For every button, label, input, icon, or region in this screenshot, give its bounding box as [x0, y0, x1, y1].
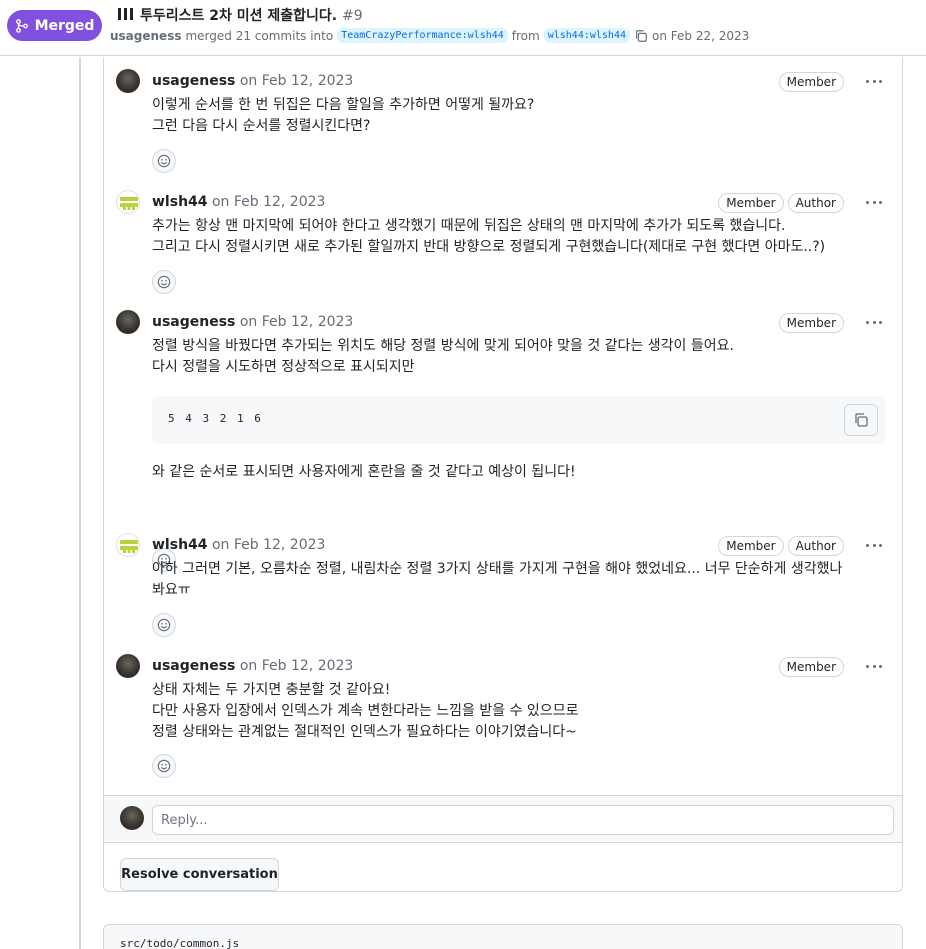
merged-label: Merged [34, 17, 95, 34]
author-label: Author [787, 193, 844, 213]
add-reaction-button[interactable] [152, 149, 176, 173]
avatar[interactable] [116, 533, 140, 557]
smiley-icon [157, 759, 171, 773]
review-comment: usageness on Feb 12, 2023 Member 상태 자체는 … [116, 654, 888, 780]
comment-author[interactable]: wlsh44 [152, 194, 208, 210]
comment-body-after: 와 같은 순서로 표시되면 사용자에게 혼란을 줄 것 같다고 예상이 됩니다! [152, 462, 892, 483]
comment-timestamp[interactable]: on Feb 12, 2023 [212, 537, 325, 553]
avatar[interactable] [116, 190, 140, 214]
comment-line: 와 같은 순서로 표시되면 사용자에게 혼란을 줄 것 같다고 예상이 됩니다! [152, 464, 576, 480]
comment-options-icon[interactable] [864, 314, 884, 330]
comment-options-icon[interactable] [864, 658, 884, 674]
comment-line: 그리고 다시 정렬시키면 새로 추가된 할일까지 반대 방향으로 정렬되게 구현… [152, 239, 826, 255]
smiley-icon [157, 275, 171, 289]
comment-author[interactable]: usageness [152, 314, 235, 330]
copy-icon [855, 413, 868, 427]
pr-meta: usageness merged 21 commits into TeamCra… [110, 28, 749, 43]
comment-author[interactable]: usageness [152, 658, 235, 674]
comment-line: 정렬 상태와는 관계없는 절대적인 인덱스가 필요하다는 이야기였습니다~ [152, 724, 577, 740]
member-label: Member [718, 193, 784, 213]
comment-header: usageness on Feb 12, 2023 [152, 658, 353, 674]
comment-timestamp[interactable]: on Feb 12, 2023 [212, 194, 325, 210]
comment-line: 추가는 항상 맨 마지막에 되어야 한다고 생각했기 때문에 뒤집은 상태의 맨… [152, 218, 786, 234]
comment-timestamp[interactable]: on Feb 12, 2023 [240, 73, 353, 89]
add-reaction-button[interactable] [152, 613, 176, 637]
comment-body: 상태 자체는 두 가지면 충분할 것 같아요! 다만 사용자 입장에서 인덱스가… [152, 680, 892, 743]
comment-header: wlsh44 on Feb 12, 2023 [152, 194, 325, 210]
from-text: from [511, 28, 540, 43]
comment-body: 아하 그러면 기본, 오름차순 정렬, 내림차순 정렬 3가지 상태를 가지게 … [152, 559, 892, 601]
comment-labels: Member [778, 313, 844, 333]
comment-timestamp[interactable]: on Feb 12, 2023 [240, 658, 353, 674]
review-comment: usageness on Feb 12, 2023 Member 정렬 방식을 … [116, 310, 888, 572]
comment-line: 이렇게 순서를 한 번 뒤집은 다음 할일을 추가하면 어떻게 될까요? [152, 97, 535, 113]
git-merge-icon [15, 18, 28, 33]
review-comment: wlsh44 on Feb 12, 2023 Member Author 아하 … [116, 533, 888, 637]
reply-input[interactable] [152, 805, 894, 835]
add-reaction-button[interactable] [152, 754, 176, 778]
comment-body: 이렇게 순서를 한 번 뒤집은 다음 할일을 추가하면 어떻게 될까요? 그런 … [152, 95, 892, 137]
comment-line: 다시 정렬을 시도하면 정상적으로 표시되지만 [152, 359, 415, 375]
comment-options-icon[interactable] [864, 194, 884, 210]
comment-labels: Member Author [718, 536, 844, 556]
comment-line: 다만 사용자 입장에서 인덱스가 계속 변한다라는 느낌을 받을 수 있으므로 [152, 703, 579, 719]
comment-body: 추가는 항상 맨 마지막에 되어야 한다고 생각했기 때문에 뒤집은 상태의 맨… [152, 216, 892, 258]
member-label: Member [778, 72, 844, 92]
comment-line: 상태 자체는 두 가지면 충분할 것 같아요! [152, 682, 391, 698]
identicon-icon [120, 540, 138, 553]
comment-options-icon[interactable] [864, 537, 884, 553]
member-label: Member [778, 657, 844, 677]
comment-header: usageness on Feb 12, 2023 [152, 73, 353, 89]
resolve-conversation-button[interactable]: Resolve conversation [120, 858, 279, 891]
code-text: 5 4 3 2 1 6 [168, 412, 263, 425]
merged-text: merged 21 commits into [185, 28, 334, 43]
pr-header: Merged 투두리스트 2차 미션 제출합니다. #9 usageness m… [0, 0, 926, 56]
avatar[interactable] [116, 69, 140, 93]
file-path[interactable]: src/todo/common.js [120, 937, 239, 949]
comment-author[interactable]: wlsh44 [152, 537, 208, 553]
merged-status-badge: Merged [7, 10, 102, 41]
comment-header: wlsh44 on Feb 12, 2023 [152, 537, 325, 553]
file-header: src/todo/common.js [103, 924, 903, 949]
review-conversation: usageness on Feb 12, 2023 Member 이렇게 순서를… [103, 57, 903, 892]
smiley-icon [157, 618, 171, 632]
comment-timestamp[interactable]: on Feb 12, 2023 [240, 314, 353, 330]
avatar[interactable] [116, 654, 140, 678]
comment-line: 그런 다음 다시 순서를 정렬시킨다면? [152, 118, 371, 134]
comment-line: 아하 그러면 기본, 오름차순 정렬, 내림차순 정렬 3가지 상태를 가지게 … [152, 561, 843, 577]
comment-line: 정렬 방식을 바꿨다면 추가되는 위치도 해당 정렬 방식에 맞게 되어야 맞을… [152, 338, 734, 354]
copy-icon[interactable] [634, 29, 648, 43]
comment-author[interactable]: usageness [152, 73, 235, 89]
pr-title-text: 투두리스트 2차 미션 제출합니다. [140, 8, 338, 24]
comment-options-icon[interactable] [864, 73, 884, 89]
review-comment: wlsh44 on Feb 12, 2023 Member Author 추가는… [116, 190, 888, 294]
identicon-icon [120, 197, 138, 210]
comment-line: 봐요ㅠ [152, 582, 191, 598]
reply-area [104, 795, 902, 843]
avatar[interactable] [116, 310, 140, 334]
author-label: Author [787, 536, 844, 556]
base-branch[interactable]: TeamCrazyPerformance:wlsh44 [337, 28, 508, 43]
add-reaction-button[interactable] [152, 270, 176, 294]
pr-number[interactable]: #9 [342, 8, 363, 24]
member-label: Member [778, 313, 844, 333]
comment-labels: Member Author [718, 193, 844, 213]
timeline-line [79, 57, 81, 949]
title-marker-icon [118, 8, 136, 24]
comment-header: usageness on Feb 12, 2023 [152, 314, 353, 330]
merge-date: on Feb 22, 2023 [652, 28, 750, 43]
avatar [120, 806, 144, 830]
code-block: 5 4 3 2 1 6 [152, 396, 886, 444]
comment-labels: Member [778, 72, 844, 92]
comment-body: 정렬 방식을 바꿨다면 추가되는 위치도 해당 정렬 방식에 맞게 되어야 맞을… [152, 336, 892, 378]
merger-user-link[interactable]: usageness [110, 29, 181, 43]
head-branch[interactable]: wlsh44:wlsh44 [543, 28, 630, 43]
copy-code-button[interactable] [844, 404, 878, 436]
member-label: Member [718, 536, 784, 556]
comment-labels: Member [778, 657, 844, 677]
smiley-icon [157, 154, 171, 168]
review-comment: usageness on Feb 12, 2023 Member 이렇게 순서를… [116, 69, 888, 173]
pr-title: 투두리스트 2차 미션 제출합니다. #9 [118, 5, 363, 25]
